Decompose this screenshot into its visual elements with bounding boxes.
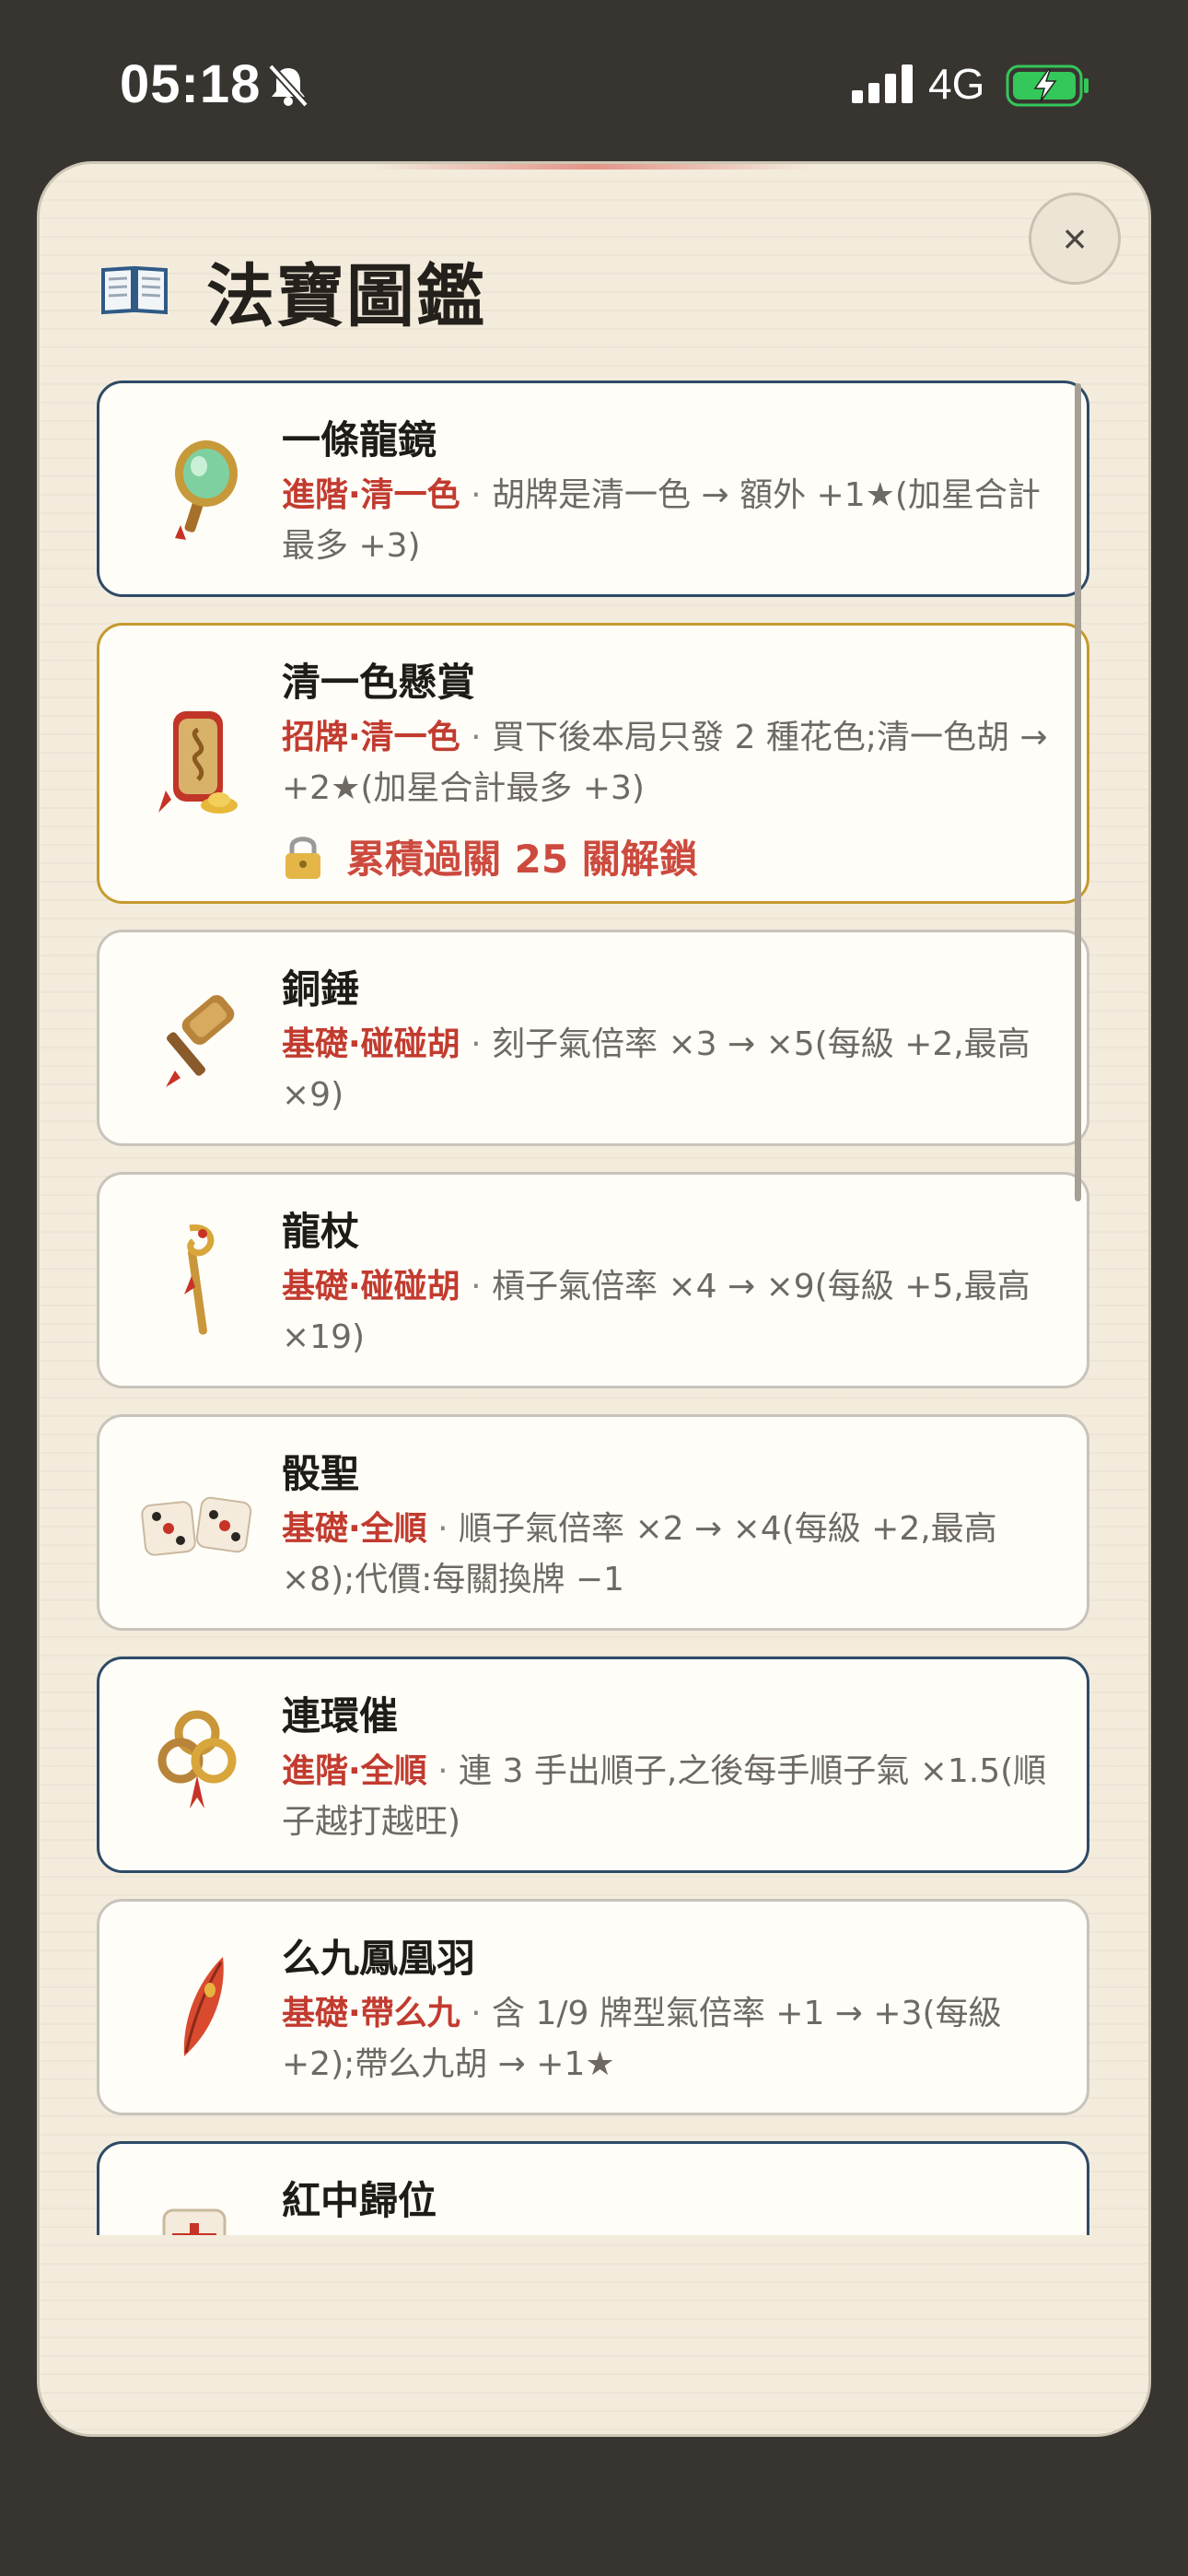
modal-header: 法寶圖鑑 [99,240,486,341]
item-description: 基礎·全順 · 順子氣倍率 ×2 → ×4(每級 +2,最高 ×8);代價:每關… [282,1510,997,1598]
item-description: 基礎·碰碰胡 · 槓子氣倍率 ×4 → ×9(每級 +5,最高 ×19) [282,1268,1031,1356]
item-name: 龍杖 [282,1209,360,1254]
item-tag: 基礎·全順 [282,1510,427,1548]
lock-text: 累積過關 25 關解鎖 [346,837,698,882]
phoenix-feather-icon [138,1948,258,2067]
list-item[interactable]: 連環催 進階·全順 · 連 3 手出順子,之後每手順子氣 ×1.5(順子越打越旺… [97,1657,1089,1873]
book-icon [99,261,169,320]
close-button[interactable]: × [1029,193,1121,285]
dragon-staff-icon [138,1221,258,1341]
item-name: 一條龍鏡 [282,417,437,463]
item-description: 基礎·碰碰胡 · 刻子氣倍率 ×3 → ×5(每級 +2,最高 ×9) [282,1025,1031,1114]
item-description: 進階·清一色 · 胡牌是清一色 → 額外 +1★(加星合計最多 +3) [282,476,1041,565]
list-item[interactable]: 一條龍鏡 進階·清一色 · 胡牌是清一色 → 額外 +1★(加星合計最多 +3) [97,381,1089,597]
padlock-icon [285,836,320,879]
item-name: 清一色懸賞 [282,660,476,705]
bounty-plaque-icon [138,704,258,824]
unlock-requirement: 累積過關 25 關解鎖 [282,828,698,884]
item-description: 招牌·清一色 · 買下後本局只發 2 種花色;清一色胡 → +2★(加星合計最多… [282,719,1048,807]
status-bar: 05:18 4G [0,0,1188,175]
red-dragon-tile-icon [138,2183,258,2235]
bell-muted-icon [267,63,309,112]
bronze-hammer-icon [138,978,258,1098]
list-item[interactable]: 么九鳳凰羽 基礎·帶么九 · 含 1/9 牌型氣倍率 +1 → +3(每級 +2… [97,1899,1089,2115]
item-tag: 基礎·帶么九 [282,1995,460,2032]
status-time: 05:18 [120,54,262,114]
item-name: 么九鳳凰羽 [282,1936,476,1981]
battery-charging-icon [1006,64,1090,111]
item-tag: 招牌·清一色 [282,719,460,756]
signal-icon [852,64,914,107]
item-tag: 進階·清一色 [282,476,460,514]
list-item[interactable]: 銅錘 基礎·碰碰胡 · 刻子氣倍率 ×3 → ×5(每級 +2,最高 ×9) [97,930,1089,1146]
chain-coins-icon [138,1705,258,1825]
dice-icon [138,1463,258,1583]
item-description: 基礎·帶么九 · 含 1/9 牌型氣倍率 +1 → +3(每級 +2);帶么九胡… [282,1995,1002,2083]
item-tag: 進階·全順 [282,1752,427,1790]
item-name: 骰聖 [282,1451,360,1496]
page-title: 法寶圖鑑 [206,256,486,336]
item-description: 進階·全順 · 連 3 手出順子,之後每手順子氣 ×1.5(順子越打越旺) [282,1752,1047,1841]
dragon-mirror-icon [138,429,258,549]
list-item[interactable]: 龍杖 基礎·碰碰胡 · 槓子氣倍率 ×4 → ×9(每級 +5,最高 ×19) [97,1172,1089,1388]
treasure-list[interactable]: 一條龍鏡 進階·清一色 · 胡牌是清一色 → 額外 +1★(加星合計最多 +3)… [40,374,1148,2235]
scrollbar[interactable] [1075,383,1081,1201]
item-name: 連環催 [282,1693,399,1739]
list-item[interactable]: 骰聖 基礎·全順 · 順子氣倍率 ×2 → ×4(每級 +2,最高 ×8);代價… [97,1414,1089,1631]
item-tag: 基礎·碰碰胡 [282,1268,460,1306]
item-tag: 基礎·碰碰胡 [282,1025,460,1063]
item-name: 紅中歸位 [282,2178,437,2223]
network-type: 4G [928,60,985,108]
list-item[interactable]: 清一色懸賞 招牌·清一色 · 買下後本局只發 2 種花色;清一色胡 → +2★(… [97,623,1089,904]
treasure-catalog-modal: × 法寶圖鑑 一條龍鏡 進階·清一色 · 胡牌是清一色 → 額外 +1★(加星合… [37,161,1151,2437]
list-item[interactable]: 紅中歸位 [97,2141,1089,2235]
item-name: 銅錘 [282,966,360,1012]
top-accent-line [371,164,813,170]
